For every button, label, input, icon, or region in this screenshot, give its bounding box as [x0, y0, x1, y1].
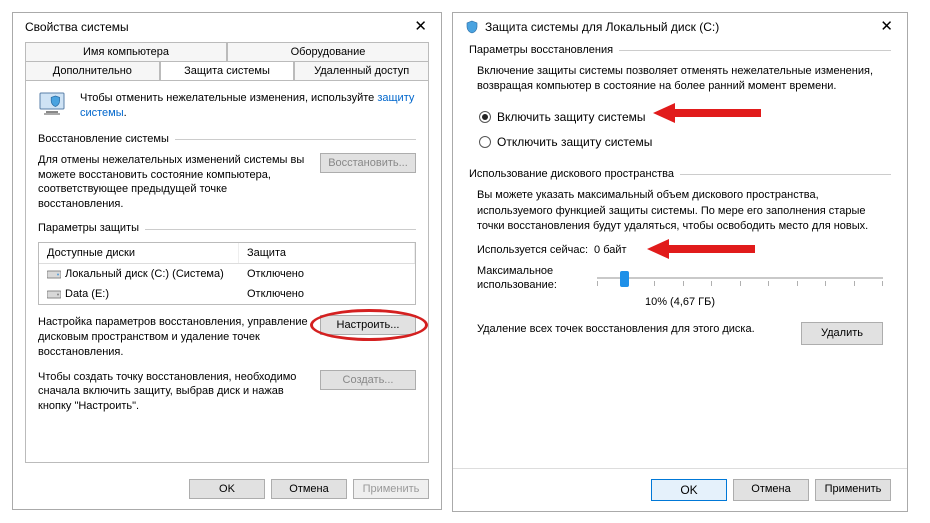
- tab-advanced[interactable]: Дополнительно: [25, 61, 160, 80]
- protection-section: Параметры защиты Доступные диски Защита …: [38, 222, 416, 414]
- table-row[interactable]: Data (E:) Отключено: [39, 284, 415, 304]
- radio-icon: [479, 111, 491, 123]
- ok-button[interactable]: OK: [651, 479, 727, 501]
- col-drive: Доступные диски: [39, 243, 239, 263]
- max-usage-label: Максимальное использование:: [477, 264, 587, 293]
- used-now-value: 0 байт: [594, 243, 627, 258]
- tab-remote[interactable]: Удаленный доступ: [294, 61, 429, 80]
- monitor-shield-icon: [38, 91, 72, 119]
- window-title: Защита системы для Локальный диск (C:): [485, 20, 719, 34]
- ok-button[interactable]: OK: [189, 479, 265, 499]
- system-protection-dialog: Защита системы для Локальный диск (C:) ✕…: [452, 12, 908, 512]
- create-desc: Чтобы создать точку восстановления, необ…: [38, 370, 310, 415]
- tab-hardware[interactable]: Оборудование: [227, 42, 429, 61]
- create-button[interactable]: Создать...: [320, 370, 416, 390]
- radio-icon: [479, 136, 491, 148]
- used-now-label: Используется сейчас:: [477, 243, 588, 258]
- close-icon[interactable]: ✕: [408, 19, 433, 34]
- cancel-button[interactable]: Отмена: [271, 479, 347, 499]
- tabstrip: Имя компьютера Оборудование Дополнительн…: [25, 42, 429, 80]
- shield-icon: [465, 20, 479, 34]
- radio-enable-protection[interactable]: Включить защиту системы: [477, 105, 883, 130]
- disk-usage-desc: Вы можете указать максимальный объем дис…: [477, 188, 883, 234]
- max-usage-slider[interactable]: [597, 268, 883, 288]
- arrow-annotation: [653, 101, 763, 125]
- close-icon[interactable]: ✕: [874, 19, 899, 34]
- configure-desc: Настройка параметров восстановления, упр…: [38, 315, 310, 360]
- delete-desc: Удаление всех точек восстановления для э…: [477, 322, 791, 337]
- dialog-buttons: OK Отмена Применить: [453, 468, 907, 511]
- apply-button[interactable]: Применить: [815, 479, 891, 501]
- delete-button[interactable]: Удалить: [801, 322, 883, 345]
- restore-desc: Для отмены нежелательных изменений систе…: [38, 153, 310, 212]
- arrow-annotation: [647, 237, 757, 261]
- apply-button[interactable]: Применить: [353, 479, 429, 499]
- col-protection: Защита: [239, 243, 415, 263]
- drive-icon: [47, 288, 61, 300]
- restore-params-heading: Параметры восстановления: [469, 44, 613, 56]
- info-text: Чтобы отменить нежелательные изменения, …: [80, 91, 416, 121]
- slider-value: 10% (4,67 ГБ): [477, 295, 883, 310]
- restore-params-group: Параметры восстановления Включение защит…: [469, 44, 891, 154]
- protection-heading: Параметры защиты: [38, 222, 139, 234]
- tab-panel: Чтобы отменить нежелательные изменения, …: [25, 80, 429, 463]
- radio-disable-protection[interactable]: Отключить защиту системы: [477, 130, 883, 155]
- restore-section: Восстановление системы Для отмены нежела…: [38, 133, 416, 212]
- titlebar: Защита системы для Локальный диск (C:) ✕: [453, 13, 907, 38]
- disk-usage-group: Использование дискового пространства Вы …: [469, 168, 891, 345]
- system-properties-window: Свойства системы ✕ Имя компьютера Оборуд…: [12, 12, 442, 510]
- configure-button[interactable]: Настроить...: [320, 315, 416, 335]
- dialog-buttons: OK Отмена Применить: [13, 471, 441, 509]
- table-row[interactable]: Локальный диск (C:) (Система) Отключено: [39, 264, 415, 284]
- slider-thumb[interactable]: [620, 271, 629, 287]
- tab-system-protection[interactable]: Защита системы: [160, 61, 295, 80]
- tab-computer-name[interactable]: Имя компьютера: [25, 42, 227, 61]
- cancel-button[interactable]: Отмена: [733, 479, 809, 501]
- restore-params-desc: Включение защиты системы позволяет отмен…: [477, 64, 883, 95]
- restore-heading: Восстановление системы: [38, 133, 169, 145]
- restore-button[interactable]: Восстановить...: [320, 153, 416, 173]
- titlebar: Свойства системы ✕: [13, 13, 441, 38]
- drive-icon: [47, 268, 61, 280]
- window-title: Свойства системы: [25, 20, 129, 34]
- disk-table: Доступные диски Защита Локальный диск (C…: [38, 242, 416, 305]
- disk-usage-heading: Использование дискового пространства: [469, 168, 674, 180]
